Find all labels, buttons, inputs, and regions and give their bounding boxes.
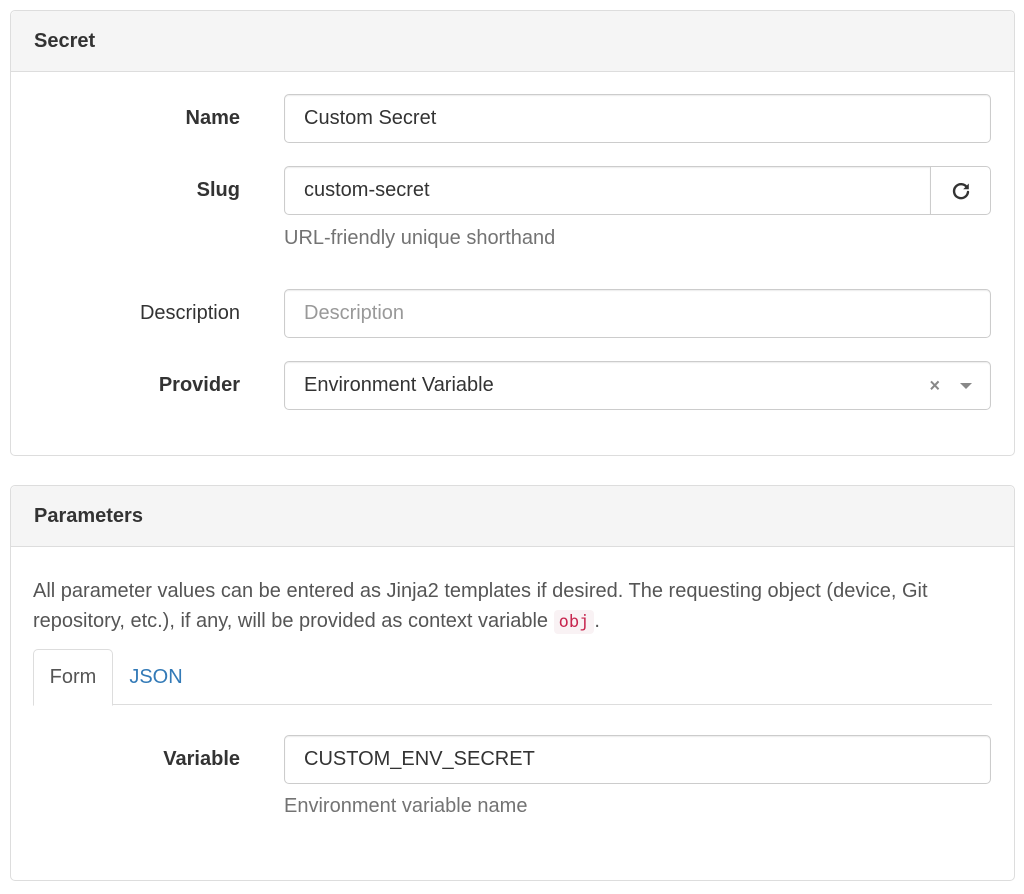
regenerate-slug-button[interactable]: [930, 166, 991, 215]
variable-input[interactable]: CUSTOM_ENV_SECRET: [284, 735, 991, 784]
parameters-panel-title: Parameters: [11, 486, 1014, 547]
secret-panel: Secret Name Custom Secret Slug custom-se…: [10, 10, 1015, 456]
parameters-intro-text: All parameter values can be entered as J…: [33, 576, 993, 637]
variable-help-text: Environment variable name: [284, 795, 528, 817]
slug-input[interactable]: custom-secret: [284, 166, 930, 215]
parameters-panel: Parameters All parameter values can be e…: [10, 485, 1015, 881]
intro-text-end: .: [594, 610, 600, 632]
name-input[interactable]: Custom Secret: [284, 94, 991, 143]
context-variable-code: obj: [553, 610, 595, 634]
caret-down-icon[interactable]: [960, 382, 972, 389]
slug-label: Slug: [196, 179, 240, 201]
parameters-tabs: Form JSON: [33, 649, 992, 706]
tab-json[interactable]: JSON: [121, 649, 191, 705]
intro-text-main: All parameter values can be entered as J…: [33, 580, 928, 632]
refresh-icon: [952, 182, 969, 199]
clear-selection-icon[interactable]: ×: [929, 375, 940, 396]
variable-label: Variable: [163, 748, 240, 770]
provider-selected-value: Environment Variable: [304, 374, 494, 396]
provider-label: Provider: [158, 374, 240, 396]
name-label: Name: [185, 107, 240, 129]
slug-input-group: custom-secret: [284, 166, 991, 215]
tab-form[interactable]: Form: [33, 649, 113, 706]
provider-select[interactable]: Environment Variable ×: [284, 361, 991, 410]
slug-help-text: URL-friendly unique shorthand: [284, 227, 556, 249]
secret-panel-title: Secret: [11, 11, 1014, 72]
description-label: Description: [139, 302, 240, 324]
description-input[interactable]: Description: [284, 289, 991, 338]
